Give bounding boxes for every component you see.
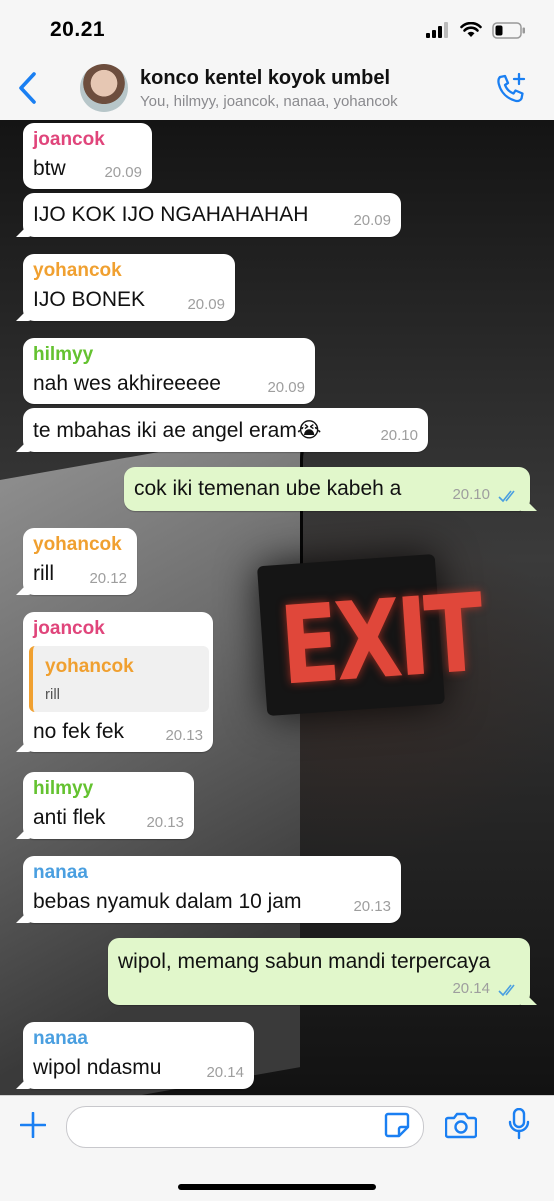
- message-bubble[interactable]: nanaa bebas nyamuk dalam 10 jam 20.13: [23, 856, 401, 923]
- message-bubble[interactable]: hilmyy nah wes akhireeeee 20.09: [23, 338, 315, 404]
- wallpaper-exit-sign: EXIT: [256, 553, 484, 717]
- exit-sign-text: EXIT: [276, 571, 485, 710]
- message-bubble[interactable]: joancok yohancok rill no fek fek 20.13: [23, 612, 213, 752]
- status-bar: 20.21: [0, 0, 554, 58]
- message-time: 20.14: [206, 1064, 244, 1081]
- message-text: IJO KOK IJO NGAHAHAHAH: [33, 203, 309, 226]
- battery-icon: [492, 21, 525, 39]
- status-time: 20.21: [50, 18, 106, 41]
- message-bubble[interactable]: yohancok rill 20.12: [23, 528, 137, 595]
- message-text: nah wes akhireeeee: [33, 372, 221, 395]
- sticker-icon[interactable]: [384, 1112, 410, 1138]
- message-text: wipol ndasmu: [33, 1056, 162, 1079]
- wifi-icon: [460, 22, 482, 37]
- chat-participants[interactable]: You, hilmyy, joancok, nanaa, yohancok: [140, 93, 398, 110]
- message-time: 20.13: [165, 727, 203, 744]
- message-text: rill: [33, 562, 54, 585]
- message-text: bebas nyamuk dalam 10 jam: [33, 890, 302, 913]
- chat-header: konco kentel koyok umbel You, hilmyy, jo…: [0, 58, 554, 121]
- plus-icon[interactable]: [20, 1112, 46, 1138]
- message-sender: hilmyy: [33, 778, 94, 799]
- message-time: 20.14: [452, 980, 490, 997]
- message-text: cok iki temenan ube kabeh a: [134, 477, 402, 500]
- message-time: 20.09: [353, 212, 391, 229]
- message-input[interactable]: [66, 1106, 424, 1148]
- message-text: IJO BONEK: [33, 288, 146, 311]
- message-text: btw: [33, 157, 66, 180]
- message-time: 20.13: [353, 898, 391, 915]
- message-sender: hilmyy: [33, 344, 94, 365]
- message-text: no fek fek: [33, 720, 125, 743]
- message-text: wipol, memang sabun mandi terpercaya: [118, 950, 491, 973]
- message-bubble[interactable]: nanaa wipol ndasmu 20.14: [23, 1022, 254, 1089]
- message-sender: nanaa: [33, 1028, 88, 1049]
- microphone-icon[interactable]: [508, 1108, 530, 1140]
- quoted-text: rill: [45, 686, 60, 703]
- outgoing-message-bubble[interactable]: cok iki temenan ube kabeh a 20.10: [124, 467, 530, 511]
- message-text: anti flek: [33, 806, 106, 829]
- add-call-icon[interactable]: [494, 72, 528, 106]
- quoted-sender: yohancok: [45, 656, 134, 677]
- message-bubble[interactable]: yohancok IJO BONEK 20.09: [23, 254, 235, 321]
- back-chevron-icon[interactable]: [14, 70, 42, 106]
- message-time: 20.12: [89, 570, 127, 587]
- group-avatar[interactable]: [80, 64, 128, 112]
- quoted-message[interactable]: yohancok rill: [29, 646, 209, 712]
- message-sender: yohancok: [33, 260, 122, 281]
- message-time: 20.09: [104, 164, 142, 181]
- message-sender: joancok: [33, 129, 105, 150]
- message-text: te mbahas iki ae angel eram😭: [33, 419, 322, 442]
- outgoing-message-bubble[interactable]: wipol, memang sabun mandi terpercaya 20.…: [108, 938, 530, 1005]
- read-receipt-icon: [498, 490, 515, 503]
- input-bar: [0, 1095, 554, 1201]
- message-sender: nanaa: [33, 862, 88, 883]
- message-time: 20.13: [146, 814, 184, 831]
- message-bubble[interactable]: te mbahas iki ae angel eram😭 20.10: [23, 408, 428, 452]
- message-sender: joancok: [33, 618, 105, 639]
- status-icons: [426, 20, 526, 40]
- message-bubble[interactable]: IJO KOK IJO NGAHAHAHAH 20.09: [23, 193, 401, 237]
- chat-title[interactable]: konco kentel koyok umbel: [140, 67, 390, 90]
- camera-icon[interactable]: [445, 1111, 477, 1139]
- message-time: 20.10: [380, 427, 418, 444]
- message-time: 20.09: [267, 379, 305, 396]
- message-sender: yohancok: [33, 534, 122, 555]
- signal-icon: [426, 22, 448, 38]
- message-time: 20.10: [452, 486, 490, 503]
- message-bubble[interactable]: joancok btw 20.09: [23, 123, 152, 189]
- message-bubble[interactable]: hilmyy anti flek 20.13: [23, 772, 194, 839]
- home-indicator[interactable]: [178, 1184, 376, 1190]
- message-time: 20.09: [187, 296, 225, 313]
- read-receipt-icon: [498, 984, 515, 997]
